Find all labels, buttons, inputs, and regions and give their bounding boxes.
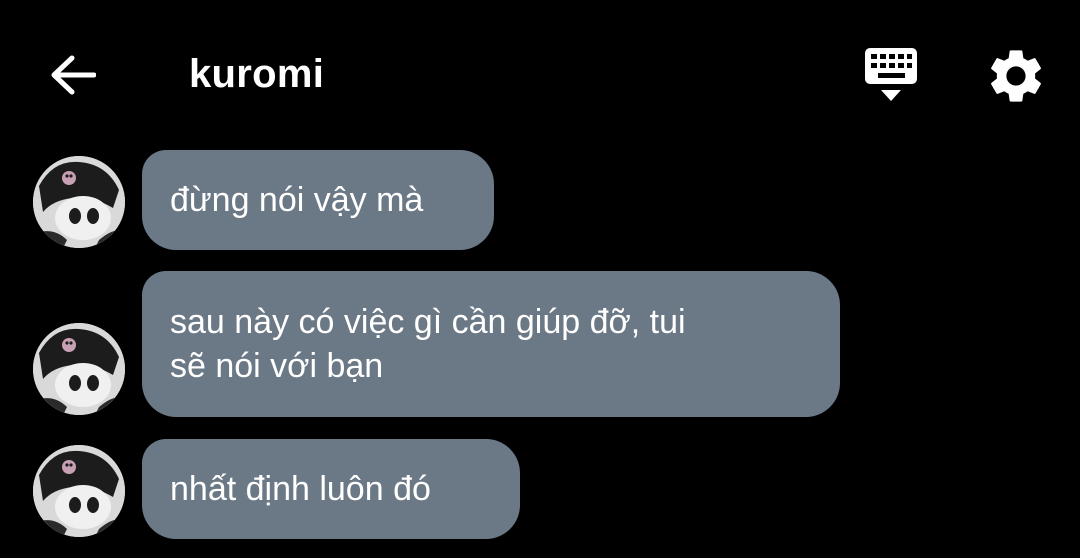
message-text: sau này có việc gì cần giúp đỡ, tui [170,303,686,341]
keyboard-hide-icon [865,48,917,101]
gear-icon [991,50,1041,102]
message-text: sẽ nói với bạn [170,347,384,385]
kuromi-avatar-icon [33,156,125,248]
message-bubble[interactable]: sau này có việc gì cần giúp đỡ, tui sẽ n… [142,271,840,417]
chat-title: kuromi [189,52,325,96]
kuromi-avatar-icon [33,323,125,415]
settings-button[interactable] [984,44,1048,108]
avatar[interactable] [33,323,125,415]
message-text: nhất định luôn đó [170,470,431,508]
keyboard-hide-button[interactable] [858,46,924,106]
kuromi-avatar-icon [33,445,125,537]
message-text: đừng nói vậy mà [170,181,424,219]
arrow-left-icon [51,55,96,95]
avatar[interactable] [33,156,125,248]
chat-screen: kuromi đừng nói vậy mà sau này có việc g… [0,0,1080,558]
message-bubble[interactable]: đừng nói vậy mà [142,150,494,250]
avatar[interactable] [33,445,125,537]
back-button[interactable] [44,46,102,104]
message-bubble[interactable]: nhất định luôn đó [142,439,520,539]
chat-header: kuromi [0,0,1080,145]
